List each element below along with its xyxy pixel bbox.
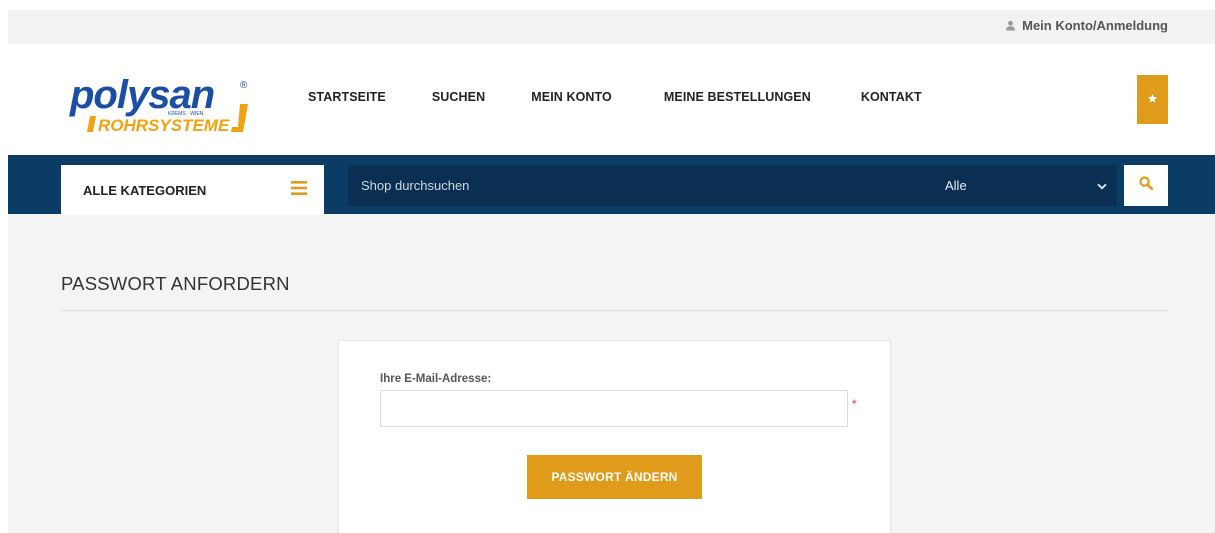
chevron-down-icon bbox=[1097, 178, 1107, 193]
password-request-form: Ihre E-Mail-Adresse: * PASSWORT ÄNDERN bbox=[338, 340, 891, 533]
logo-registered: ® bbox=[240, 80, 248, 91]
page-title: PASSWORT ANFORDERN bbox=[61, 273, 290, 294]
header: polysan ® KREMS · WIEN ROHRSYSTEME START… bbox=[8, 44, 1215, 155]
title-divider bbox=[61, 310, 1168, 311]
top-bar: Mein Konto/Anmeldung bbox=[8, 10, 1215, 44]
page: Mein Konto/Anmeldung polysan ® KREMS · W… bbox=[8, 10, 1215, 533]
account-login-link[interactable]: Mein Konto/Anmeldung bbox=[1005, 18, 1168, 33]
search-icon bbox=[1139, 176, 1154, 195]
email-field[interactable] bbox=[380, 390, 848, 427]
all-categories-label: ALLE KATEGORIEN bbox=[83, 182, 207, 198]
nav-item-startseite[interactable]: STARTSEITE bbox=[308, 90, 386, 104]
change-password-button[interactable]: PASSWORT ÄNDERN bbox=[527, 455, 702, 499]
all-categories-button[interactable]: ALLE KATEGORIEN bbox=[61, 165, 324, 215]
required-marker: * bbox=[852, 397, 857, 411]
hamburger-menu-icon bbox=[291, 180, 307, 200]
search-bar: ALLE KATEGORIEN Alle bbox=[8, 155, 1215, 215]
search-scope-value: Alle bbox=[945, 178, 967, 193]
logo[interactable]: polysan ® KREMS · WIEN ROHRSYSTEME bbox=[68, 73, 258, 136]
user-icon bbox=[1005, 20, 1016, 31]
email-label: Ihre E-Mail-Adresse: bbox=[380, 373, 492, 385]
nav-item-suchen[interactable]: SUCHEN bbox=[432, 90, 485, 104]
search-input[interactable] bbox=[348, 165, 930, 206]
star-icon bbox=[1147, 91, 1158, 109]
logo-subtitle: ROHRSYSTEME bbox=[98, 116, 230, 135]
main-nav: STARTSEITE SUCHEN MEIN KONTO MEINE BESTE… bbox=[308, 90, 922, 104]
nav-item-meine-bestellungen[interactable]: MEINE BESTELLUNGEN bbox=[664, 90, 811, 104]
nav-item-mein-konto[interactable]: MEIN KONTO bbox=[531, 90, 612, 104]
search-scope-select[interactable]: Alle bbox=[930, 165, 1117, 206]
account-login-label: Mein Konto/Anmeldung bbox=[1022, 18, 1168, 33]
search-button[interactable] bbox=[1124, 165, 1168, 206]
wishlist-button[interactable] bbox=[1137, 75, 1168, 124]
nav-item-kontakt[interactable]: KONTAKT bbox=[861, 90, 922, 104]
